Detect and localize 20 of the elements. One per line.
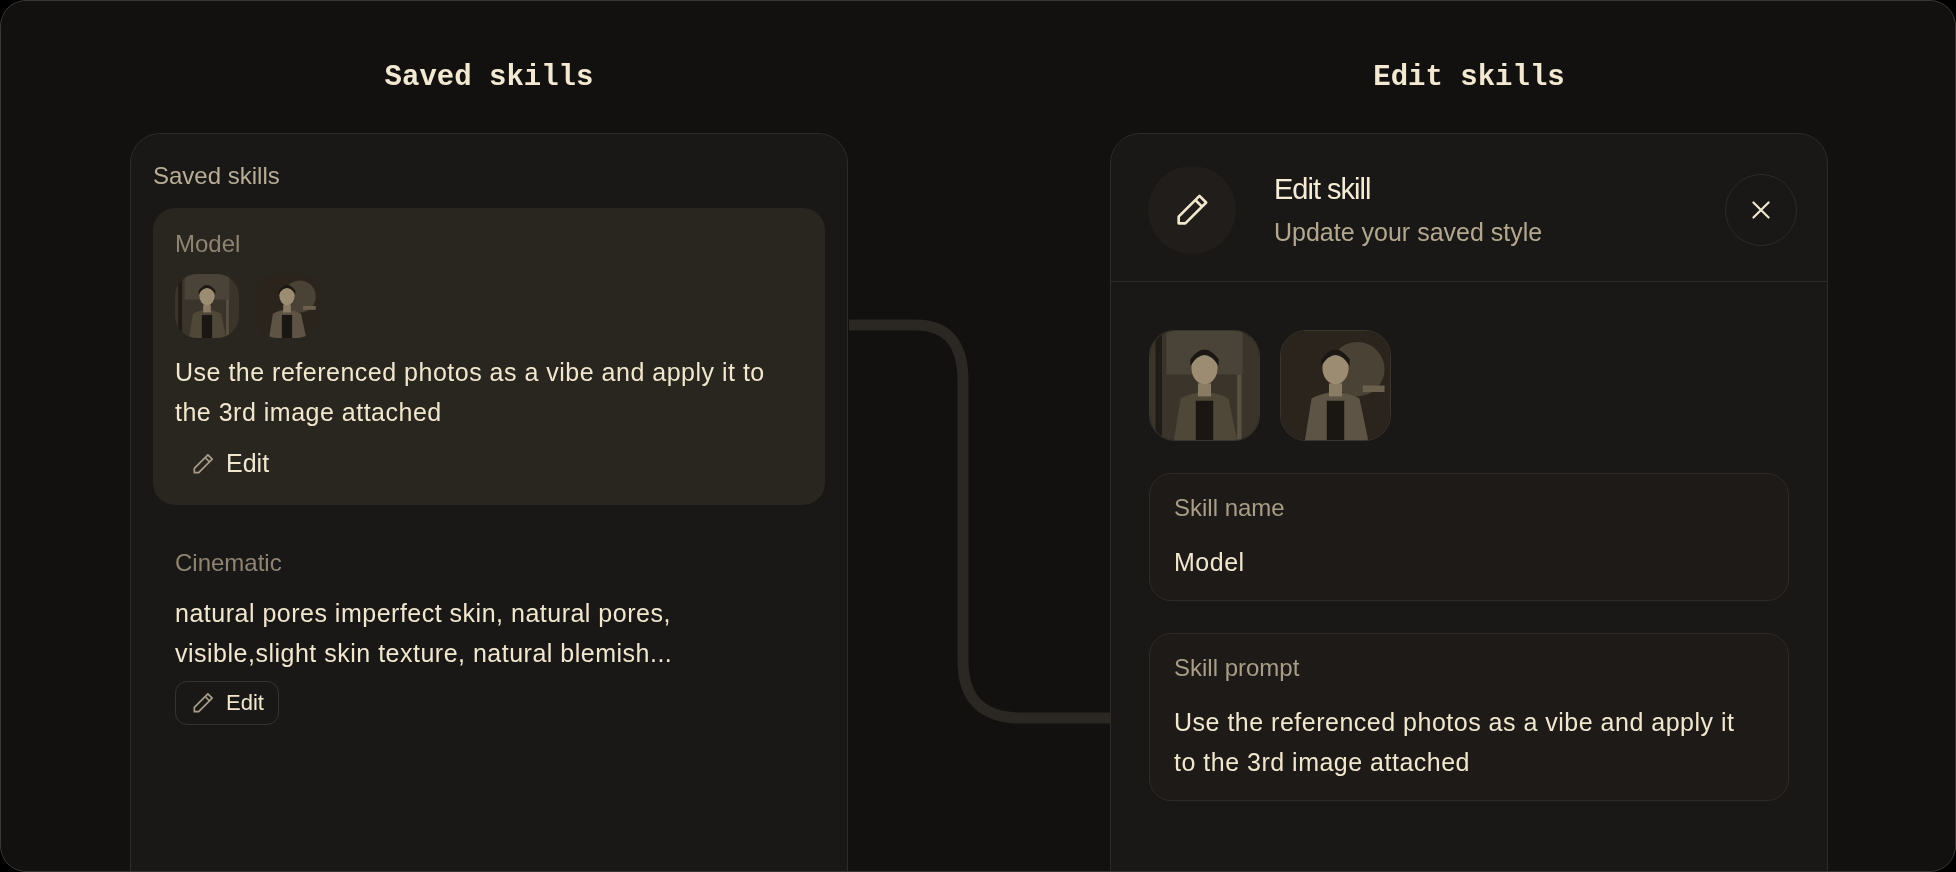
skill-card[interactable]: Model Use the referenced photos as a vibe and apply it to the 3rd image attached Edit <box>153 208 825 505</box>
name-field[interactable]: Skill name Model <box>1149 473 1789 601</box>
skill-prompt: natural pores imperfect skin, natural pores, visible,slight skin texture, natural blemish... <box>175 598 674 669</box>
edit-button[interactable]: Edit <box>175 440 285 487</box>
prompt-field[interactable]: Skill prompt Use the referenced photos as a vibe and apply it to the 3rd image attached <box>1149 633 1789 801</box>
edit-button[interactable]: Edit <box>175 681 279 725</box>
skill-name: Cinematic <box>175 549 283 577</box>
skill-prompt: Use the referenced photos as a vibe and apply it to the 3rd image attached <box>175 357 766 428</box>
field-label: Skill prompt <box>1174 654 1301 682</box>
panel-title: Saved skills <box>153 162 281 190</box>
dialog-subtitle: Update your saved style <box>1274 217 1544 247</box>
dialog-title: Edit skill <box>1274 172 1372 206</box>
skill-card[interactable]: Cinematic natural pores imperfect skin, natural pores, visible,slight skin texture, natural blemish... Edit <box>153 527 825 743</box>
column-heading: Saved skills <box>384 61 594 96</box>
column-heading: Edit skills <box>1373 61 1565 96</box>
skill-name: Model <box>175 230 242 258</box>
pencil-icon <box>190 690 216 716</box>
field-value: Model <box>1174 547 1246 578</box>
field-label: Skill name <box>1174 494 1286 522</box>
field-value: Use the referenced photos as a vibe and apply it to the 3rd image attached <box>1174 707 1736 778</box>
